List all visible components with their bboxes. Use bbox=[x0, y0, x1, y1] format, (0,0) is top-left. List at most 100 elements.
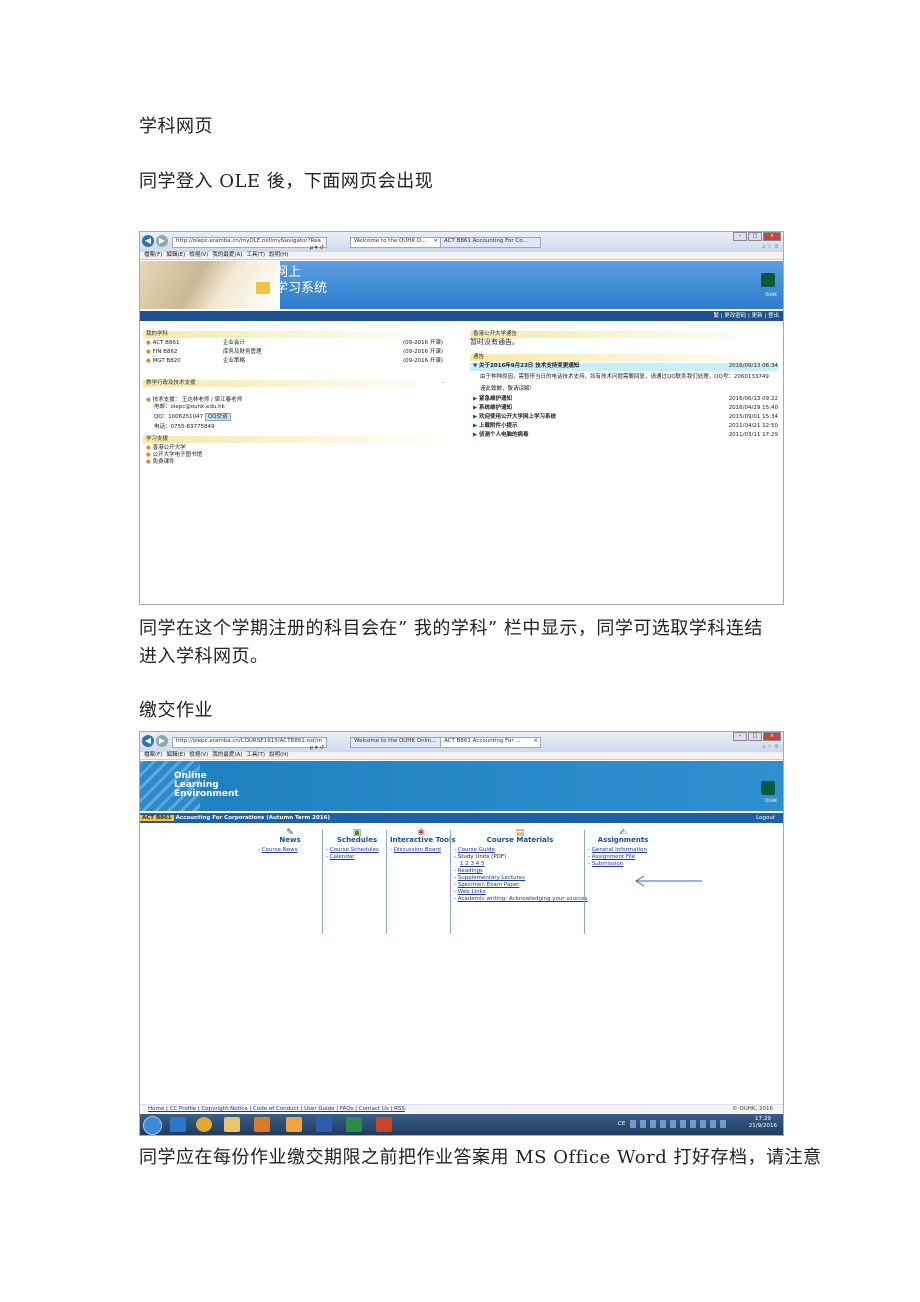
subject-code[interactable]: FIN B862 bbox=[153, 349, 178, 355]
home-star-gear-icons[interactable]: ⌂ ☆ ⚙ bbox=[762, 244, 779, 251]
supplementary-lectures-link[interactable]: Supplementary Lectures bbox=[458, 875, 525, 881]
study-link[interactable]: 免费课件 bbox=[153, 459, 175, 465]
media-taskbar-icon[interactable] bbox=[254, 1117, 270, 1132]
tray-language[interactable]: CE bbox=[618, 1121, 625, 1128]
menu-help[interactable]: 說明(H) bbox=[269, 752, 288, 758]
menu-edit[interactable]: 編輯(E) bbox=[166, 752, 185, 758]
notice-title[interactable]: 欢迎使用公开大学网上学习系统 bbox=[479, 414, 556, 420]
subject-row[interactable]: ● ACT B861 bbox=[146, 340, 179, 347]
qq-chat-button[interactable]: QQ交谈 bbox=[204, 413, 231, 421]
study-unit-links[interactable]: 1 2 3 4 5 bbox=[460, 861, 485, 867]
back-button[interactable]: ◀ bbox=[142, 235, 154, 247]
subject-row[interactable]: ● FIN B862 bbox=[146, 349, 177, 356]
course-guide-link[interactable]: Course Guide bbox=[458, 847, 495, 853]
tab-close-icon[interactable]: × bbox=[433, 238, 438, 245]
back-button[interactable]: ◀ bbox=[142, 735, 154, 747]
address-tools[interactable]: ρ ▾ ↺ bbox=[310, 245, 324, 252]
forward-button[interactable]: ▶ bbox=[156, 235, 168, 247]
menu-view[interactable]: 檢視(V) bbox=[189, 252, 208, 258]
readings-link[interactable]: Readings bbox=[458, 868, 483, 874]
address-bar[interactable]: http://olepc.eramba.cn/COURSE1615/ACTB86… bbox=[172, 737, 327, 751]
notice-row[interactable]: ▶ 系统维护通知 2016/04/29 15:40 bbox=[470, 405, 778, 414]
notice-title[interactable]: 系统维护通知 bbox=[479, 405, 512, 411]
submission-link[interactable]: Submission bbox=[592, 861, 623, 867]
minimize-icon[interactable]: – bbox=[733, 232, 747, 241]
menu-tools[interactable]: 工具(T) bbox=[246, 752, 265, 758]
menu-tools[interactable]: 工具(T) bbox=[246, 252, 265, 258]
folder-taskbar-icon[interactable] bbox=[224, 1117, 240, 1132]
notice-date: 2011/03/11 17:29 bbox=[728, 432, 778, 438]
maximize-icon[interactable]: □ bbox=[748, 732, 762, 741]
subject-term: (09-2016 开课) bbox=[403, 358, 444, 364]
para-subjects-line1: 同学在这个学期注册的科目会在” 我的学科” 栏中显示，同学可选取学科连结 bbox=[139, 618, 763, 639]
tab-welcome[interactable]: Welcome to the OUHK O... × bbox=[350, 237, 441, 248]
discussion-board-link[interactable]: Discussion Board bbox=[394, 847, 441, 853]
notice-row[interactable]: ▶ 上载附件小提示 2011/04/21 12:50 bbox=[470, 423, 778, 432]
notice-row[interactable]: ▶ 欢迎使用公开大学网上学习系统 2015/09/01 15:34 bbox=[470, 414, 778, 423]
subject-code[interactable]: ACT B861 bbox=[153, 340, 180, 346]
logout-link[interactable]: Logout bbox=[756, 813, 775, 823]
banner-title: 网上 学习系统 bbox=[275, 265, 327, 297]
interactive-tools-column: ❀ Interactive Tools - Discussion Board bbox=[386, 829, 456, 934]
notice-title[interactable]: 侦测个人电脑的病毒 bbox=[479, 432, 529, 438]
calendar-link[interactable]: Calendar bbox=[330, 854, 355, 860]
notice-row[interactable]: ▶ 紧急维护通知 2016/06/13 09:22 bbox=[470, 396, 778, 405]
tray-icons[interactable] bbox=[630, 1120, 730, 1128]
menu-favorites[interactable]: 我的最愛(A) bbox=[212, 752, 242, 758]
news-title: News bbox=[279, 836, 301, 844]
chrome-taskbar-icon[interactable] bbox=[196, 1117, 212, 1132]
tab-welcome-label: Welcome to the OUHK O... bbox=[354, 238, 427, 244]
menu-edit[interactable]: 編輯(E) bbox=[166, 252, 185, 258]
heading-subject-page: 学科网页 bbox=[139, 116, 213, 137]
maximize-icon[interactable]: □ bbox=[748, 232, 762, 241]
notice-title[interactable]: 上载附件小提示 bbox=[479, 423, 518, 429]
forward-button[interactable]: ▶ bbox=[156, 735, 168, 747]
outlook-taskbar-icon[interactable] bbox=[286, 1117, 302, 1132]
footer-links[interactable]: Home | CC Profile | Copyright Notice | C… bbox=[148, 1106, 405, 1112]
course-schedules-link[interactable]: Course Schedules bbox=[330, 847, 379, 853]
course-title-bar: ACT B861 Accounting For Corporations (Au… bbox=[140, 813, 783, 823]
menu-view[interactable]: 檢視(V) bbox=[189, 752, 208, 758]
tray-clock[interactable]: 17:29 21/9/2016 bbox=[749, 1116, 777, 1130]
ie-taskbar-icon[interactable] bbox=[170, 1117, 186, 1132]
study-link[interactable]: 公开大学电子图书馆 bbox=[153, 452, 203, 458]
close-icon[interactable]: × bbox=[763, 732, 781, 741]
menu-help[interactable]: 說明(H) bbox=[269, 252, 288, 258]
notice-title[interactable]: 紧急维护通知 bbox=[479, 396, 512, 402]
general-information-link[interactable]: General Information bbox=[592, 847, 647, 853]
assignment-file-link[interactable]: Assignment File bbox=[592, 854, 635, 860]
excel-taskbar-icon[interactable] bbox=[346, 1117, 362, 1132]
web-links-link[interactable]: Web Links bbox=[458, 889, 486, 895]
powerpoint-taskbar-icon[interactable] bbox=[376, 1117, 392, 1132]
ouhk-logo-icon bbox=[761, 273, 775, 287]
tab-welcome[interactable]: Welcome to the OUHK Onlin... bbox=[350, 737, 441, 748]
study-links: ● 香港公开大学 ● 公开大学电子图书馆 ● 免费课件 bbox=[146, 445, 203, 465]
tab-course[interactable]: ACT B861 Accounting For ... × bbox=[440, 737, 541, 748]
notice-row-expanded[interactable]: ▼ 关于2016年9月23日 技术支持变更通知 2016/09/13 06:34 bbox=[470, 363, 778, 371]
academic-writing-link[interactable]: Academic writing: Acknowledging your sou… bbox=[458, 896, 588, 902]
subject-row[interactable]: ● MGT B820 bbox=[146, 358, 181, 365]
study-link[interactable]: 香港公开大学 bbox=[153, 445, 186, 451]
tab-close-icon[interactable]: × bbox=[533, 738, 538, 745]
close-icon[interactable]: × bbox=[763, 232, 781, 241]
menu-favorites[interactable]: 我的最愛(A) bbox=[212, 252, 242, 258]
notice-row[interactable]: ▶ 侦测个人电脑的病毒 2011/03/11 17:29 bbox=[470, 432, 778, 441]
tab-course[interactable]: ACT B861 Accounting For Co... bbox=[440, 237, 541, 248]
minimize-icon[interactable]: – bbox=[733, 732, 747, 741]
subject-code[interactable]: MGT B820 bbox=[153, 358, 181, 364]
top-links[interactable]: 繁 | 更改密码 | 更新 | 登出 bbox=[713, 313, 779, 319]
address-bar[interactable]: http://olepc.eramba.cn/myOLE.nsf/myNavig… bbox=[172, 237, 327, 251]
support-email[interactable]: 电邮：olepc@ouhk.edu.hk bbox=[146, 404, 448, 411]
notice-date: 2016/09/13 06:34 bbox=[728, 363, 778, 369]
word-taskbar-icon[interactable] bbox=[316, 1117, 332, 1132]
start-button[interactable] bbox=[143, 1116, 162, 1135]
notice-sign: 谨此致歉，敬请谅解！ bbox=[480, 386, 536, 392]
notice-title[interactable]: 关于2016年9月23日 技术支持变更通知 bbox=[479, 363, 579, 369]
menu-file[interactable]: 檔案(F) bbox=[144, 252, 162, 258]
ole-banner: 网上 学习系统 OUHK bbox=[140, 261, 783, 309]
course-news-link[interactable]: Course News bbox=[262, 847, 298, 853]
address-tools[interactable]: ρ ▾ ↺ bbox=[310, 745, 324, 752]
home-star-gear-icons[interactable]: ⌂ ☆ ⚙ bbox=[762, 744, 779, 751]
specimen-exam-link[interactable]: Specimen Exam Paper bbox=[458, 882, 520, 888]
menu-file[interactable]: 檔案(F) bbox=[144, 752, 162, 758]
